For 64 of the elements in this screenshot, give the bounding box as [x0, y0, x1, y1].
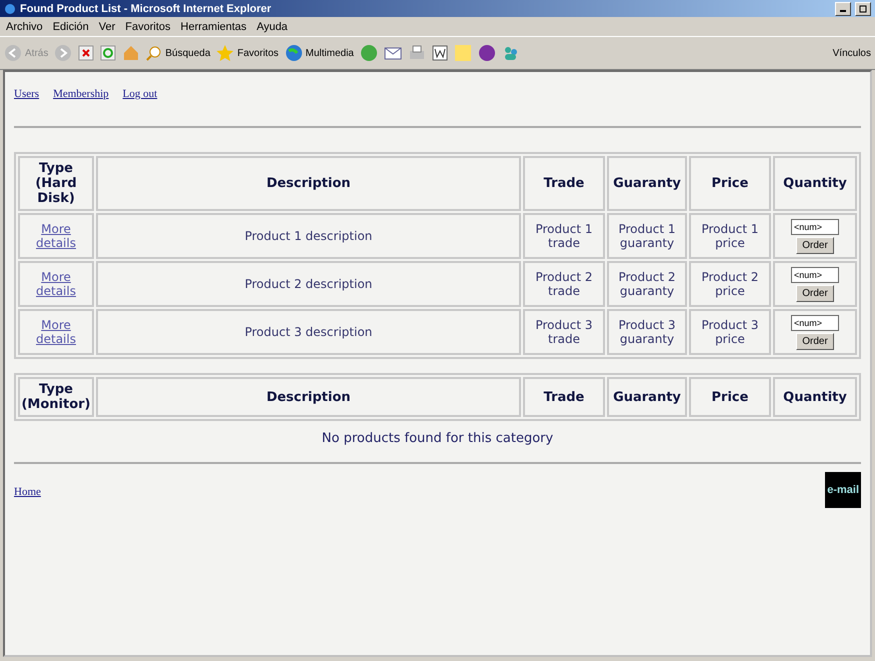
minimize-button[interactable] [835, 2, 851, 16]
mail-icon[interactable] [384, 45, 402, 61]
nav-link[interactable]: Users [14, 88, 40, 100]
more-details-link[interactable]: More details [21, 270, 91, 298]
menu-item[interactable]: Favoritos [125, 20, 171, 32]
column-header: Type (Monitor) [18, 377, 94, 417]
table-cell: Product 3 guaranty [607, 309, 687, 355]
forward-icon[interactable] [54, 44, 72, 62]
search-icon [146, 45, 162, 61]
links-button[interactable]: Vínculos [832, 48, 871, 58]
back-icon [4, 44, 22, 62]
table-cell: Product 2 trade [523, 261, 605, 307]
column-header: Description [96, 377, 521, 417]
nav-link[interactable]: Membership [53, 88, 109, 100]
more-details-link[interactable]: More details [21, 318, 91, 346]
search-button[interactable]: Búsqueda [146, 45, 210, 61]
favorites-button[interactable]: Favoritos [216, 44, 279, 62]
maximize-icon [859, 4, 867, 12]
quantity-field[interactable]: <num> [791, 266, 839, 282]
column-header: Trade [523, 377, 605, 417]
quantity-field[interactable]: <num> [791, 314, 839, 330]
table-cell: Product 3 trade [523, 309, 605, 355]
nav-link[interactable]: Log out [122, 88, 158, 100]
print-icon[interactable] [408, 45, 426, 61]
star-icon [216, 44, 234, 62]
globe-icon [284, 44, 303, 62]
refresh-icon[interactable] [100, 45, 116, 61]
quantity-field[interactable]: <num> [791, 218, 839, 234]
order-button[interactable]: Order [796, 284, 834, 302]
column-header: Type (Hard Disk) [18, 156, 94, 211]
table-cell: Product 1 price [689, 213, 771, 259]
column-header: Guaranty [607, 377, 687, 417]
column-header: Price [689, 156, 771, 211]
table-cell: Product 3 price [689, 309, 771, 355]
column-header: Guaranty [607, 156, 687, 211]
menu-item[interactable]: Ayuda [256, 20, 288, 32]
order-button[interactable]: Order [796, 236, 834, 254]
menu-item[interactable]: Ver [98, 20, 116, 32]
column-header: Trade [523, 156, 605, 211]
more-details-link[interactable]: More details [21, 222, 91, 250]
column-header: Quantity [773, 377, 857, 417]
column-header: Price [689, 377, 771, 417]
menu-item[interactable]: Edición [52, 20, 89, 32]
table-cell: Product 2 description [96, 261, 521, 307]
media-button[interactable]: Multimedia [284, 44, 354, 62]
order-button[interactable]: Order [796, 332, 834, 350]
edit-icon[interactable] [432, 45, 448, 61]
maximize-button[interactable] [855, 2, 871, 16]
column-header: Quantity [773, 156, 857, 211]
menu-item[interactable]: Herramientas [180, 20, 247, 32]
window-title: Found Product List - Microsoft Internet Explorer [20, 2, 272, 14]
minimize-icon [840, 10, 846, 12]
empty-message: No products found for this category [320, 430, 554, 448]
column-header: Description [96, 156, 521, 211]
table-cell: Product 3 description [96, 309, 521, 355]
table-cell: Product 2 guaranty [607, 261, 687, 307]
email-button[interactable]: e-mail [825, 472, 861, 508]
table-cell: Product 1 guaranty [607, 213, 687, 259]
stop-icon[interactable] [78, 45, 94, 61]
menu-item[interactable]: Archivo [6, 20, 43, 32]
table-cell: Product 1 description [96, 213, 521, 259]
home-link[interactable]: Home [14, 486, 41, 498]
table-cell: Product 1 trade [523, 213, 605, 259]
table-cell: Product 2 price [689, 261, 771, 307]
